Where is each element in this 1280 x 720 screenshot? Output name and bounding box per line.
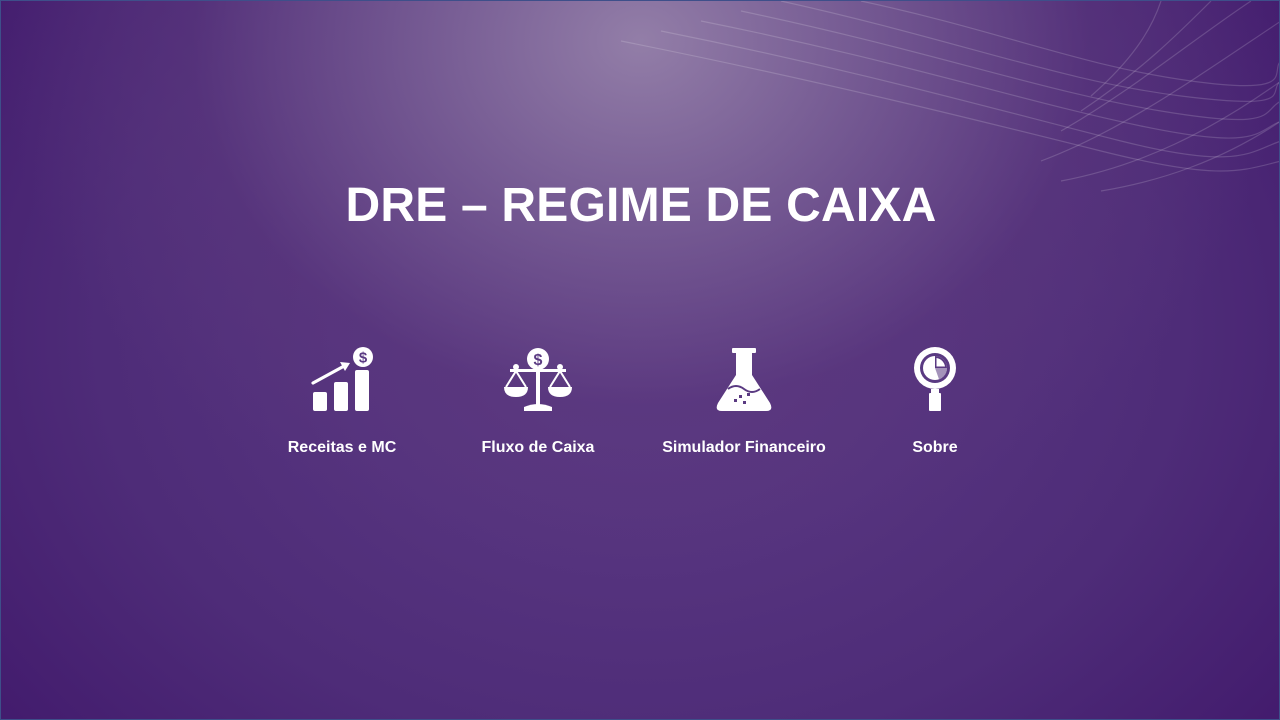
- nav-label: Receitas e MC: [287, 439, 397, 456]
- decorative-waves: [620, 1, 1279, 192]
- page-title: DRE – REGIME DE CAIXA: [345, 179, 937, 232]
- svg-text:$: $: [534, 352, 543, 369]
- nav-button-fluxo-de-caixa[interactable]: $ Fluxo de Caixa: [438, 341, 638, 471]
- nav-label: Fluxo de Caixa: [481, 439, 595, 456]
- magnifier-pie-chart-icon: [914, 347, 956, 411]
- nav-button-receitas-e-mc[interactable]: $ Receitas e MC: [242, 341, 442, 471]
- revenue-growth-chart-icon: $: [311, 347, 373, 411]
- svg-text:$: $: [359, 350, 368, 367]
- nav-button-sobre[interactable]: Sobre: [835, 341, 1035, 471]
- slide: DRE – REGIME DE CAIXA $ Receitas e MC $: [0, 0, 1280, 720]
- nav-label: Simulador Financeiro: [662, 439, 826, 456]
- lab-flask-icon: [716, 348, 772, 411]
- nav-button-simulador-financeiro[interactable]: Simulador Financeiro: [644, 341, 844, 471]
- balance-scale-dollar-icon: $: [504, 348, 572, 411]
- nav-label: Sobre: [912, 439, 958, 456]
